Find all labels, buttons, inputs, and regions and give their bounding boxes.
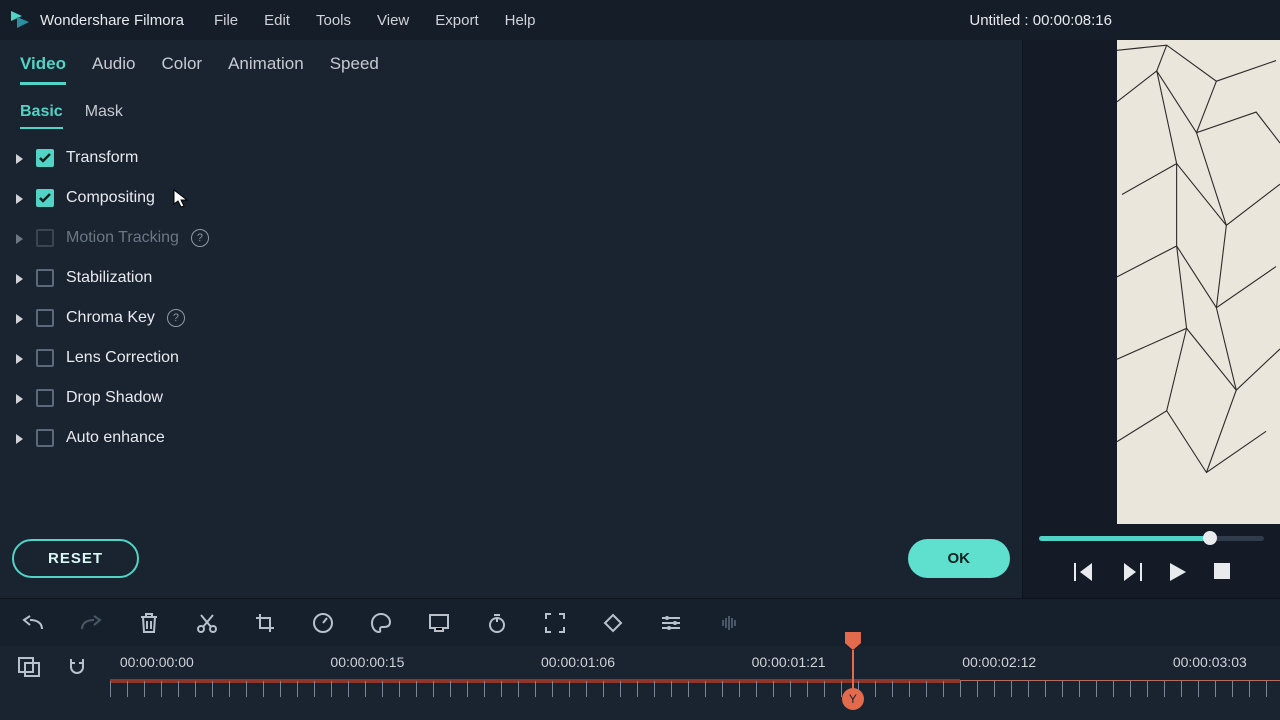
ok-button[interactable]: OK [908, 539, 1011, 578]
expand-chevron-icon[interactable] [14, 433, 24, 443]
expand-chevron-icon[interactable] [14, 313, 24, 323]
playhead[interactable]: Y [845, 632, 861, 688]
project-time: 00:00:08:16 [1033, 12, 1112, 29]
prev-frame-button[interactable] [1074, 563, 1094, 586]
tabs-secondary: Basic Mask [0, 85, 1022, 129]
titlebar: Wondershare Filmora File Edit Tools View… [0, 0, 1280, 40]
timecode-label: 00:00:01:21 [752, 654, 826, 670]
prop-row-motion-tracking[interactable]: Motion Tracking? [14, 229, 1008, 247]
tabs-primary: Video Audio Color Animation Speed [0, 40, 1022, 85]
inspector-panel: Video Audio Color Animation Speed Basic … [0, 40, 1022, 598]
prop-label: Chroma Key [66, 309, 155, 327]
prop-checkbox[interactable] [36, 389, 54, 407]
expand-chevron-icon[interactable] [14, 353, 24, 363]
color-icon[interactable] [370, 612, 392, 634]
menu-help[interactable]: Help [505, 12, 536, 29]
timeline-area: 00:00:00:00 00:00:00:15 00:00:01:06 00:00:0… [0, 646, 1280, 720]
app-logo-wrap: Wondershare Filmora [8, 8, 214, 32]
prop-row-stabilization[interactable]: Stabilization [14, 269, 1008, 287]
undo-icon[interactable] [22, 612, 44, 634]
project-name: Untitled [969, 12, 1020, 29]
magnet-icon[interactable] [66, 656, 88, 678]
help-icon[interactable]: ? [191, 229, 209, 247]
timer-icon[interactable] [486, 612, 508, 634]
prop-label: Transform [66, 149, 138, 167]
prop-row-transform[interactable]: Transform [14, 149, 1008, 167]
preview-progress[interactable] [1039, 536, 1264, 541]
help-icon[interactable]: ? [167, 309, 185, 327]
tab-speed[interactable]: Speed [330, 54, 379, 85]
prop-label: Stabilization [66, 269, 152, 287]
menu-file[interactable]: File [214, 12, 238, 29]
preview-controls [1023, 524, 1280, 598]
speed-icon[interactable] [312, 612, 334, 634]
prop-row-drop-shadow[interactable]: Drop Shadow [14, 389, 1008, 407]
tab-video[interactable]: Video [20, 54, 66, 85]
menu-edit[interactable]: Edit [264, 12, 290, 29]
delete-icon[interactable] [138, 612, 160, 634]
menu-view[interactable]: View [377, 12, 409, 29]
tab-animation[interactable]: Animation [228, 54, 304, 85]
expand-chevron-icon[interactable] [14, 233, 24, 243]
timeline-toolbar [0, 598, 1280, 646]
prop-row-chroma-key[interactable]: Chroma Key? [14, 309, 1008, 327]
expand-chevron-icon[interactable] [14, 393, 24, 403]
prop-checkbox[interactable] [36, 149, 54, 167]
prop-checkbox[interactable] [36, 269, 54, 287]
prop-checkbox[interactable] [36, 189, 54, 207]
timecode-label: 00:00:03:03 [1173, 654, 1247, 670]
next-frame-button[interactable] [1122, 563, 1142, 586]
expand-chevron-icon[interactable] [14, 193, 24, 203]
prop-checkbox[interactable] [36, 229, 54, 247]
timeline-ruler[interactable]: 00:00:00:00 00:00:00:15 00:00:01:06 00:00:0… [110, 646, 1280, 720]
expand-chevron-icon[interactable] [14, 273, 24, 283]
menu-tools[interactable]: Tools [316, 12, 351, 29]
prop-label: Drop Shadow [66, 389, 163, 407]
properties-list: Transform Compositing Motion Tracking? Stab… [0, 129, 1022, 525]
expand-chevron-icon[interactable] [14, 153, 24, 163]
prop-label: Compositing [66, 189, 155, 207]
preview-panel [1022, 40, 1280, 598]
reset-button[interactable]: RESET [12, 539, 139, 578]
split-icon[interactable] [196, 612, 218, 634]
app-logo-icon [8, 8, 32, 32]
timecode-label: 00:00:00:00 [120, 654, 194, 670]
prop-checkbox[interactable] [36, 349, 54, 367]
menubar: File Edit Tools View Export Help [214, 12, 536, 29]
timecode-label: 00:00:00:15 [330, 654, 404, 670]
timecode-label: 00:00:02:12 [962, 654, 1036, 670]
playhead-badge: Y [842, 688, 864, 710]
tab-audio[interactable]: Audio [92, 54, 135, 85]
tab-mask[interactable]: Mask [85, 103, 123, 129]
prop-label: Auto enhance [66, 429, 165, 447]
menu-export[interactable]: Export [435, 12, 478, 29]
fullscreen-icon[interactable] [544, 612, 566, 634]
app-name: Wondershare Filmora [40, 12, 184, 29]
greenscreen-icon[interactable] [428, 612, 450, 634]
prop-label: Lens Correction [66, 349, 179, 367]
prop-row-auto-enhance[interactable]: Auto enhance [14, 429, 1008, 447]
keyframe-icon[interactable] [602, 612, 624, 634]
prop-checkbox[interactable] [36, 309, 54, 327]
panel-footer: RESET OK [0, 525, 1022, 598]
adjust-icon[interactable] [660, 612, 682, 634]
prop-label: Motion Tracking [66, 229, 179, 247]
crop-icon[interactable] [254, 612, 276, 634]
audio-wave-icon[interactable] [718, 612, 740, 634]
progress-knob[interactable] [1203, 531, 1217, 545]
project-title: Untitled : 00:00:08:16 [969, 12, 1112, 29]
redo-icon[interactable] [80, 612, 102, 634]
track-add-icon[interactable] [18, 656, 40, 678]
prop-row-compositing[interactable]: Compositing [14, 189, 1008, 207]
tab-basic[interactable]: Basic [20, 103, 63, 129]
preview-viewport[interactable] [1117, 40, 1280, 524]
prop-checkbox[interactable] [36, 429, 54, 447]
timecode-label: 00:00:01:06 [541, 654, 615, 670]
stop-button[interactable] [1214, 563, 1230, 586]
prop-row-lens-correction[interactable]: Lens Correction [14, 349, 1008, 367]
tab-color[interactable]: Color [161, 54, 202, 85]
play-button[interactable] [1170, 563, 1186, 586]
